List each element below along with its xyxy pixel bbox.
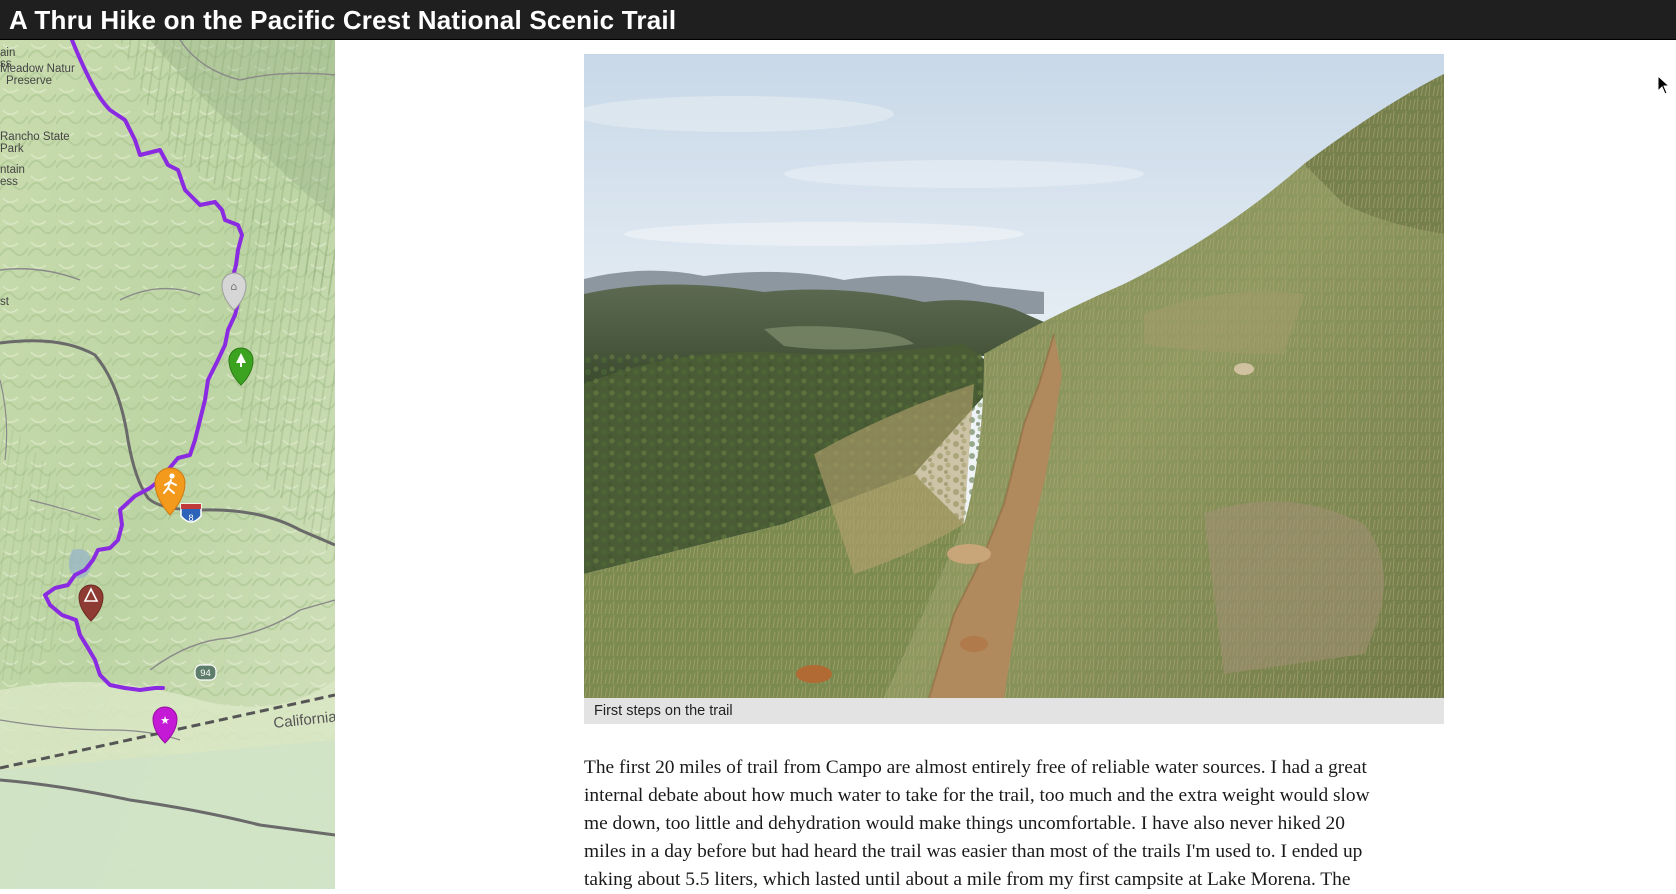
svg-text:8: 8 bbox=[188, 513, 193, 523]
trail-map[interactable]: ain ss Meadow Natur Preserve Rancho Stat… bbox=[0, 40, 335, 889]
paragraph-line: me down, too little and dehydration woul… bbox=[584, 813, 1345, 834]
map-label-mountain-2: ess bbox=[0, 176, 18, 188]
svg-text:⌂: ⌂ bbox=[231, 280, 238, 293]
map-label-meadow-1: Meadow Natur bbox=[0, 63, 75, 75]
mouse-cursor-icon bbox=[1657, 75, 1671, 95]
map-label-meadow-2: Preserve bbox=[6, 75, 52, 87]
svg-text:94: 94 bbox=[200, 668, 211, 679]
page-title: A Thru Hike on the Pacific Crest Nationa… bbox=[9, 5, 677, 35]
paragraph-line: internal debate about how much water to … bbox=[584, 785, 1370, 806]
article-paragraph: The first 20 miles of trail from Campo a… bbox=[584, 754, 1444, 894]
map-label-rancho-1: Rancho State bbox=[0, 131, 70, 143]
header-bar: A Thru Hike on the Pacific Crest Nationa… bbox=[0, 0, 1676, 40]
map-label-mountain-1: ntain bbox=[0, 164, 25, 176]
trail-photo bbox=[584, 54, 1444, 698]
paragraph-line: miles in a day before but had heard the … bbox=[584, 841, 1363, 862]
svg-text:★: ★ bbox=[160, 714, 170, 727]
route-94-icon: 94 bbox=[194, 664, 217, 681]
paragraph-line: taking about 5.5 liters, which lasted un… bbox=[584, 869, 1351, 890]
paragraph-line: The first 20 miles of trail from Campo a… bbox=[584, 757, 1367, 778]
photo-caption: First steps on the trail bbox=[584, 698, 1444, 724]
article: First steps on the trail The first 20 mi… bbox=[584, 54, 1444, 894]
map-label-rancho-2: Park bbox=[0, 143, 24, 155]
map-label-st: st bbox=[0, 296, 10, 308]
